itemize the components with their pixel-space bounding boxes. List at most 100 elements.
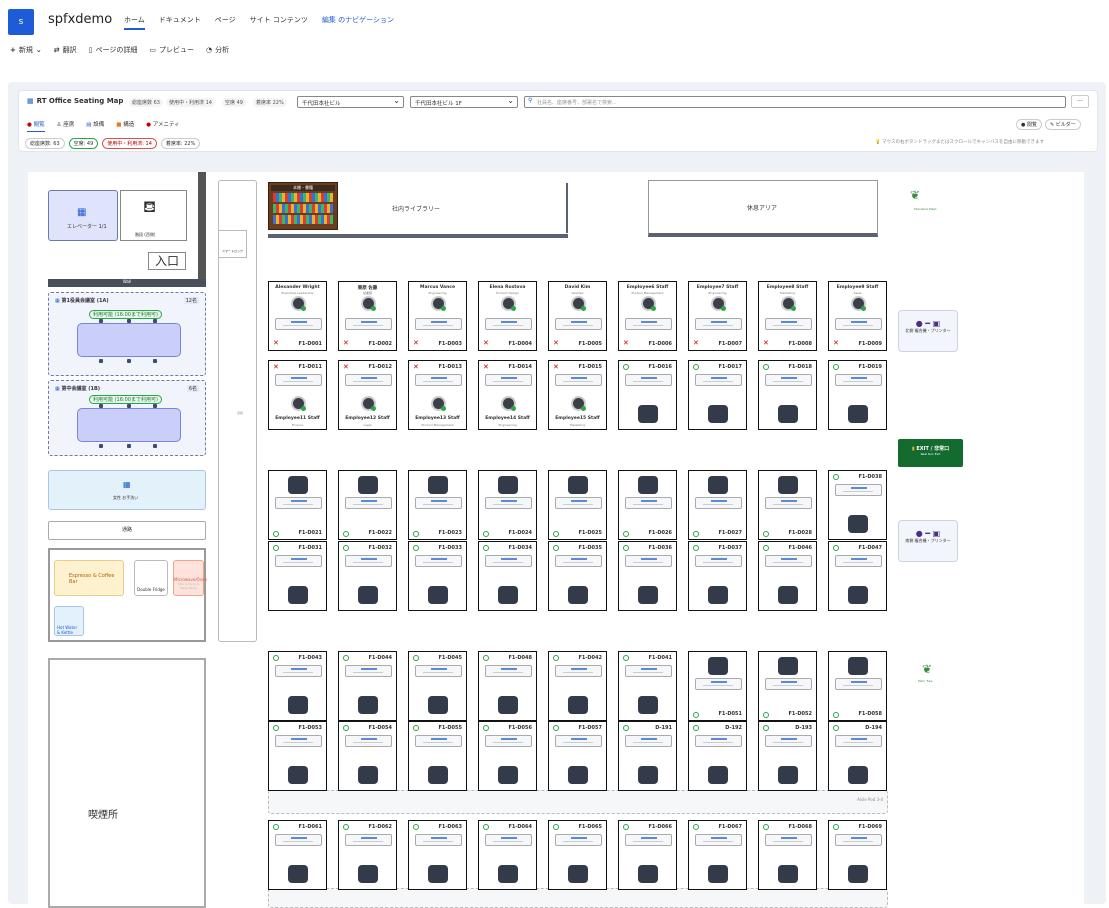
desk-F1-D066[interactable]: F1-D066	[618, 820, 677, 890]
new-button[interactable]: + 新規 ⌄	[10, 45, 42, 55]
desk-F1-D007[interactable]: Employee7 Staff Engineering ✕ F1-D007	[688, 281, 747, 351]
desk-F1-D025[interactable]: F1-D025	[548, 470, 607, 540]
desk-F1-D021[interactable]: F1-D021	[268, 470, 327, 540]
site-name[interactable]: spfxdemo	[48, 12, 112, 27]
kettle[interactable]: Hot Water & Kettle	[54, 606, 84, 636]
nav-pages[interactable]: ページ	[215, 15, 236, 30]
nav-edit[interactable]: 編集 のナビゲーション	[322, 15, 394, 30]
desk-F1-D044[interactable]: F1-D044	[338, 651, 397, 721]
desk-D-192[interactable]: D-192	[688, 721, 747, 791]
desk-F1-D017[interactable]: F1-D017	[688, 360, 747, 430]
desk-F1-D055[interactable]: F1-D055	[408, 721, 467, 791]
coffee-bar[interactable]: Espresso & Coffee Bar	[54, 560, 124, 596]
search-input[interactable]: 社員名、座席番号、部署名で検索...	[524, 96, 1066, 108]
desk-F1-D058[interactable]: F1-D058	[828, 651, 887, 721]
desk-F1-D056[interactable]: F1-D056	[478, 721, 537, 791]
fridge[interactable]: Double Fridge	[134, 560, 168, 596]
desk-F1-D008[interactable]: Employee8 Staff Marketing ✕ F1-D008	[758, 281, 817, 351]
desk-F1-D018[interactable]: F1-D018	[758, 360, 817, 430]
desk-F1-D064[interactable]: F1-D064	[478, 820, 537, 890]
preview-button[interactable]: ▭ プレビュー	[149, 45, 194, 55]
desk-F1-D033[interactable]: F1-D033	[408, 541, 467, 611]
meeting-room-1b[interactable]: ▦ 第中会議室 (1B) 6名 利用可能 (16:00まで利用可)	[48, 380, 206, 456]
desk-D-193[interactable]: D-193	[758, 721, 817, 791]
analytics-button[interactable]: ◔ 分析	[206, 45, 229, 55]
microwave[interactable]: Microwave/Oven Ship & Rang & Make Pasta	[173, 560, 207, 596]
desk-F1-D035[interactable]: F1-D035	[548, 541, 607, 611]
nav-site-contents[interactable]: サイト コンテンツ	[250, 15, 308, 30]
stairs[interactable]: ⛾ 階段 (西側)	[120, 190, 187, 241]
desk-F1-D037[interactable]: F1-D037	[688, 541, 747, 611]
desk-F1-D001[interactable]: Alexander Wright Executive Leadership ✕ F1-…	[268, 281, 327, 351]
desk-F1-D053[interactable]: F1-D053	[268, 721, 327, 791]
desk-F1-D002[interactable]: 栗原 佐藤 営業部 ✕ F1-D002	[338, 281, 397, 351]
desk-F1-D034[interactable]: F1-D034	[478, 541, 537, 611]
desk-F1-D054[interactable]: F1-D054	[338, 721, 397, 791]
desk-F1-D004[interactable]: Elena Rostova Product Design ✕ F1-D004	[478, 281, 537, 351]
desk-F1-D015[interactable]: ✕ F1-D015 Employee15 Staff Marketing	[548, 360, 607, 430]
desk-F1-D041[interactable]: F1-D041	[618, 651, 677, 721]
site-logo[interactable]: s	[8, 9, 34, 35]
desk-F1-D005[interactable]: David Kim DevOps ✕ F1-D005	[548, 281, 607, 351]
tab-equipment[interactable]: ▤ 設備	[86, 120, 104, 132]
desk-F1-D022[interactable]: F1-D022	[338, 470, 397, 540]
desk-D-191[interactable]: D-191	[618, 721, 677, 791]
page-details-button[interactable]: ▯ ページの詳細	[89, 45, 138, 55]
desk-F1-D009[interactable]: Employee9 Staff Sales ✕ F1-D009	[828, 281, 887, 351]
desk-F1-D011[interactable]: ✕ F1-D011 Employee11 Staff Finance	[268, 360, 327, 430]
desk-F1-D026[interactable]: F1-D026	[618, 470, 677, 540]
desk-F1-D061[interactable]: F1-D061	[268, 820, 327, 890]
floor-plan[interactable]: ▦ エレベーター 1/1 ⛾ 階段 (西側) 入口 Wall ▦ 第1役員会議室…	[28, 172, 1084, 908]
library[interactable]: 本棚・書籍 社内ライブラリー	[268, 180, 568, 238]
desk-F1-D023[interactable]: F1-D023	[408, 470, 467, 540]
desk-F1-D065[interactable]: F1-D065	[548, 820, 607, 890]
meeting-room-1a[interactable]: ▦ 第1役員会議室 (1A) 12名 利用可能 (16:00まで利用可)	[48, 292, 206, 376]
nav-home[interactable]: ホーム	[124, 15, 145, 30]
elevator[interactable]: ▦ エレベーター 1/1	[48, 190, 118, 241]
desk-F1-D068[interactable]: F1-D068	[758, 820, 817, 890]
tab-amenity[interactable]: ● アメニティ	[146, 120, 179, 132]
printer-south[interactable]: ● ━ ▣ 南側 複合機・プリンター	[898, 520, 958, 562]
desk-F1-D024[interactable]: F1-D024	[478, 470, 537, 540]
desk-F1-D042[interactable]: F1-D042	[548, 651, 607, 721]
smoking-room[interactable]: 喫煙所	[48, 658, 206, 908]
desk-F1-D016[interactable]: F1-D016	[618, 360, 677, 430]
desk-F1-D048[interactable]: F1-D048	[478, 651, 537, 721]
desk-F1-D045[interactable]: F1-D045	[408, 651, 467, 721]
floor-select[interactable]: 千代田本社ビル 1F	[410, 96, 518, 108]
desk-F1-D057[interactable]: F1-D057	[548, 721, 607, 791]
restroom[interactable]: ▦ 女性 お手洗い	[48, 470, 206, 510]
desk-F1-D062[interactable]: F1-D062	[338, 820, 397, 890]
desk-F1-D003[interactable]: Marcus Vance Engineering ✕ F1-D003	[408, 281, 467, 351]
desk-F1-D047[interactable]: F1-D047	[828, 541, 887, 611]
desk-D-194[interactable]: D-194	[828, 721, 887, 791]
tab-seats[interactable]: ♙ 座席	[57, 120, 75, 132]
desk-F1-D069[interactable]: F1-D069	[828, 820, 887, 890]
desk-F1-D046[interactable]: F1-D046	[758, 541, 817, 611]
tab-view[interactable]: ● 閲覧	[27, 120, 45, 132]
desk-F1-D043[interactable]: F1-D043	[268, 651, 327, 721]
translate-button[interactable]: ⇄ 翻訳	[54, 45, 77, 55]
desk-F1-D038[interactable]: F1-D038	[828, 470, 887, 540]
more-button[interactable]: ...	[1071, 95, 1089, 108]
desk-F1-D036[interactable]: F1-D036	[618, 541, 677, 611]
desk-F1-D027[interactable]: F1-D027	[688, 470, 747, 540]
desk-F1-D063[interactable]: F1-D063	[408, 820, 467, 890]
desk-F1-D006[interactable]: Employee6 Staff Product Management ✕ F1-D00…	[618, 281, 677, 351]
desk-F1-D067[interactable]: F1-D067	[688, 820, 747, 890]
desk-F1-D031[interactable]: F1-D031	[268, 541, 327, 611]
desk-F1-D013[interactable]: ✕ F1-D013 Employee13 Staff Product Manageme…	[408, 360, 467, 430]
desk-F1-D052[interactable]: F1-D052	[758, 651, 817, 721]
desk-F1-D051[interactable]: F1-D051	[688, 651, 747, 721]
smart-lock[interactable]: スマートロック	[218, 230, 247, 258]
printer-north[interactable]: ● ━ ▣ 北側 複合機・プリンター	[898, 310, 958, 352]
desk-F1-D028[interactable]: F1-D028	[758, 470, 817, 540]
rest-area[interactable]: 休息アリア	[648, 180, 878, 237]
desk-F1-D032[interactable]: F1-D032	[338, 541, 397, 611]
desk-F1-D014[interactable]: ✕ F1-D014 Employee14 Staff Engineering	[478, 360, 537, 430]
desk-F1-D012[interactable]: ✕ F1-D012 Employee12 Staff Legal	[338, 360, 397, 430]
builder-mode-button[interactable]: ✎ ビルダー	[1044, 119, 1081, 130]
view-mode-button[interactable]: ● 閲覧	[1016, 119, 1042, 130]
desk-F1-D019[interactable]: F1-D019	[828, 360, 887, 430]
building-select[interactable]: 千代田本社ビル	[297, 96, 404, 108]
